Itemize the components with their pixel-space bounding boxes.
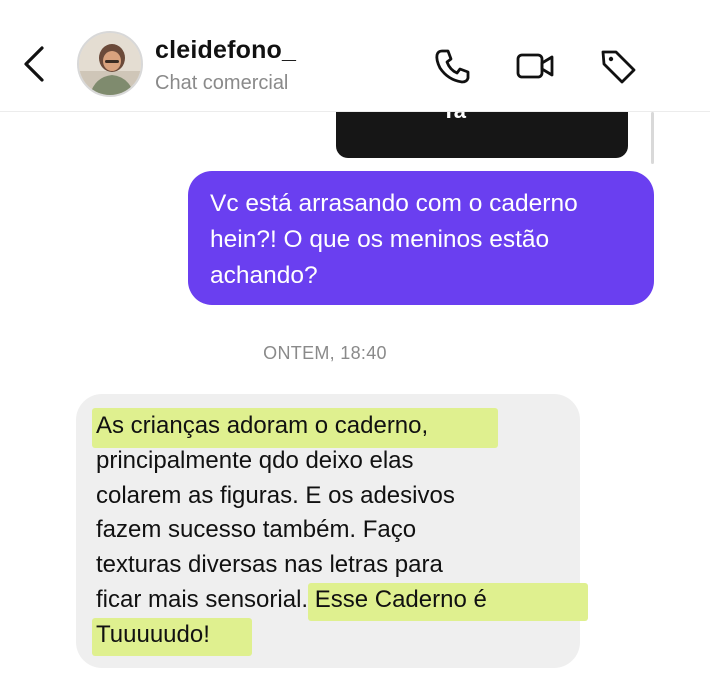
tag-icon [601,50,636,84]
call-button[interactable] [432,46,472,86]
incoming-message[interactable]: As crianças adoram o caderno, principalm… [76,394,588,668]
profile-photo [79,33,141,95]
outgoing-line: Vc está arrasando com o caderno [210,190,578,217]
chat-header: cleidefono_ Chat comercial [0,0,710,112]
message-timestamp: ONTEM, 18:40 [263,343,387,363]
phone-icon [435,49,470,84]
incoming-line: principalmente qdo deixo elas [96,447,414,474]
scrollbar[interactable] [651,112,654,164]
incoming-line: fazem sucesso também. Faço [96,516,417,543]
incoming-line: Tuuuuudo! [96,621,210,648]
incoming-line: ficar mais sensorial. Esse Caderno é [96,586,487,613]
contact-username[interactable]: cleidefono_ [155,36,296,65]
back-button[interactable] [18,44,50,84]
incoming-line: texturas diversas nas letras para [96,551,443,578]
incoming-line: colarem as figuras. E os adesivos [96,482,455,509]
shared-media-message[interactable]: Ta [336,112,628,158]
label-button[interactable] [598,46,638,86]
media-caption-fragment: Ta [442,112,466,124]
chat-type-label: Chat comercial [155,72,289,94]
incoming-line: As crianças adoram o caderno, [96,412,429,439]
chevron-left-icon [24,46,44,82]
avatar[interactable] [77,31,143,97]
outgoing-message[interactable]: Vc está arrasando com o caderno hein?! O… [188,171,654,305]
outgoing-line: hein?! O que os meninos estão [210,226,550,253]
message-thread[interactable]: Ta Vc está arrasando com o caderno hein?… [0,112,710,674]
outgoing-line: achando? [210,262,318,289]
video-call-button[interactable] [515,46,555,86]
video-icon [516,53,554,79]
